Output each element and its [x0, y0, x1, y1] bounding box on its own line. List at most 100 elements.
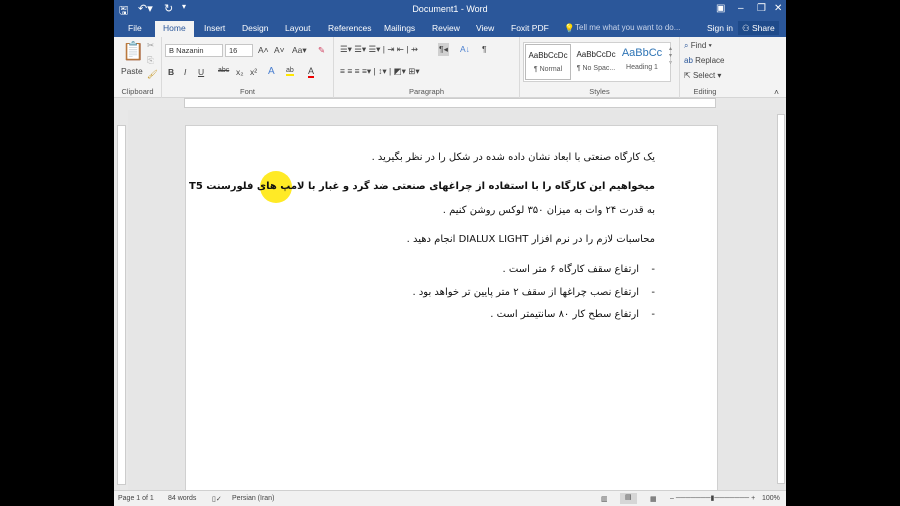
style-heading-1[interactable]: AaBbCc Heading 1 [619, 44, 665, 80]
superscript-button[interactable]: x² [250, 67, 257, 77]
tab-layout[interactable]: Layout [285, 23, 311, 33]
styles-scroll-icon[interactable]: ▴ ▾ ▿ [669, 45, 672, 66]
bold-button[interactable]: B [168, 67, 174, 77]
find-label: Find [690, 41, 707, 50]
tab-review[interactable]: Review [432, 23, 460, 33]
style-preview: AaBbCcDc [576, 50, 616, 59]
replace-button[interactable]: ab Replace [684, 56, 724, 65]
cut-icon[interactable]: ✂ [147, 40, 154, 51]
find-button[interactable]: ⌕ Find ▾ [684, 41, 712, 51]
strikethrough-button[interactable]: abc [218, 67, 229, 74]
close-icon[interactable]: ✕ [774, 3, 782, 14]
ribbon-tabs: File Home Insert Design Layout Reference… [114, 19, 786, 37]
sort-icon[interactable]: A↓ [460, 44, 470, 54]
share-button[interactable]: ⚇ Share [738, 21, 779, 35]
paragraph-label: Paragraph [408, 87, 445, 96]
doc-line: به قدرت ۲۴ وات به میزان ۳۵۰ لوکس روشن کن… [442, 205, 655, 216]
show-formatting-icon[interactable]: ¶ [482, 44, 487, 54]
find-icon: ⌕ [684, 41, 691, 50]
style-name: Heading 1 [626, 64, 658, 71]
person-icon: ⚇ [742, 23, 752, 33]
vertical-scrollbar[interactable] [776, 110, 786, 490]
styles-group: AaBbCcDc ¶ Normal AaBbCcDc ¶ No Spac... Aa… [520, 37, 680, 98]
alignment-icons[interactable]: ≡ ≡ ≡ ≡▾ | ↕▾ | ◩▾ ⊞▾ [340, 66, 420, 77]
paste-button[interactable]: Paste [121, 66, 143, 76]
vertical-ruler[interactable] [117, 125, 126, 485]
style-preview: AaBbCc [621, 47, 663, 59]
restore-icon[interactable]: ❐ [757, 3, 766, 14]
bullets-icon[interactable]: ☰▾ ☰▾ ☰▾ | ⇥ ⇤ | ⇸ [340, 44, 418, 55]
format-painter-icon[interactable]: 🖌 [147, 69, 158, 80]
tab-design[interactable]: Design [242, 23, 268, 33]
clipboard-group: 📋 Paste ✂ ⎘ 🖌 Clipboard [114, 37, 162, 98]
tab-home[interactable]: Home [155, 21, 194, 37]
select-icon: ⇱ [684, 71, 693, 80]
bullet-item: ارتفاع نصب چراغها از سقف ۲ متر پایین تر … [412, 287, 654, 298]
editing-group: ⌕ Find ▾ ab Replace ⇱ Select ▾ Editing [680, 37, 730, 98]
language-status[interactable]: Persian (Iran) [232, 495, 274, 502]
tell-me-input[interactable]: Tell me what you want to do... [575, 23, 680, 32]
clipboard-label: Clipboard [121, 87, 154, 96]
replace-icon: ab [684, 56, 696, 65]
font-group: B Nazanin 16 A˄ A˅ Aa▾ ✎ B I U abc x₂ x²… [162, 37, 334, 98]
document-area: یک کارگاه صنعتی با ابعاد نشان داده شده د… [128, 110, 776, 495]
tab-references[interactable]: References [328, 23, 371, 33]
tab-insert[interactable]: Insert [204, 23, 225, 33]
web-layout-icon[interactable]: ▦ [650, 495, 657, 503]
underline-button[interactable]: U [198, 67, 204, 77]
font-color-button[interactable]: A [308, 66, 315, 78]
style-name: ¶ No Spac... [576, 65, 616, 72]
font-size-dropdown[interactable]: 16 [225, 44, 253, 57]
zoom-level[interactable]: 100% [762, 495, 780, 502]
style-name: ¶ Normal [533, 66, 563, 73]
change-case-icon[interactable]: Aa▾ [292, 45, 307, 56]
tab-view[interactable]: View [476, 23, 494, 33]
subscript-button[interactable]: x₂ [236, 67, 244, 77]
text-effects-button[interactable]: A [268, 66, 275, 77]
clear-formatting-icon[interactable]: ✎ [318, 45, 325, 56]
status-bar: Page 1 of 1 84 words ▯✓ Persian (Iran) ▥… [114, 490, 786, 506]
doc-line: یک کارگاه صنعتی با ابعاد نشان داده شده د… [371, 152, 655, 163]
highlight-button[interactable]: ab [286, 67, 294, 76]
paste-icon[interactable]: 📋 [122, 41, 144, 62]
zoom-slider[interactable]: – ───────▮─────── + [670, 494, 755, 502]
minimize-icon[interactable]: – [738, 3, 744, 14]
proofing-icon[interactable]: ▯✓ [212, 495, 222, 503]
select-button[interactable]: ⇱ Select ▾ [684, 71, 721, 80]
style-preview: AaBbCcDc [528, 51, 568, 60]
select-label: Select [692, 71, 716, 80]
share-label: Share [751, 23, 775, 33]
style-no-spacing[interactable]: AaBbCcDc ¶ No Spac... [573, 44, 619, 80]
replace-label: Replace [695, 56, 725, 65]
editing-label: Editing [693, 87, 717, 96]
document-page[interactable]: یک کارگاه صنعتی با ابعاد نشان داده شده د… [185, 125, 718, 495]
styles-label: Styles [589, 87, 610, 96]
sign-in-link[interactable]: Sign in [707, 23, 733, 33]
ribbon-display-icon[interactable]: ▣ [716, 3, 725, 14]
style-normal[interactable]: AaBbCcDc ¶ Normal [525, 44, 571, 80]
doc-line: محاسبات لازم را در نرم افزار DIALUX LIGH… [406, 234, 655, 245]
tab-foxit-pdf[interactable]: Foxit PDF [511, 23, 549, 33]
tab-mailings[interactable]: Mailings [384, 23, 415, 33]
rtl-direction-icon[interactable]: ¶◂ [438, 43, 449, 56]
copy-icon[interactable]: ⎘ [147, 55, 154, 66]
doc-line: میخواهیم این کارگاه را با استفاده از چرا… [189, 181, 655, 192]
italic-button[interactable]: I [184, 67, 186, 77]
scrollbar-thumb[interactable] [777, 114, 785, 484]
window-title: Document1 - Word [412, 4, 488, 14]
read-mode-icon[interactable]: ▥ [601, 495, 608, 503]
word-count[interactable]: 84 words [168, 495, 196, 502]
tab-file[interactable]: File [128, 23, 142, 33]
paragraph-group: ☰▾ ☰▾ ☰▾ | ⇥ ⇤ | ⇸ ¶◂ A↓ ¶ ≡ ≡ ≡ ≡▾ | ↕▾… [334, 37, 520, 98]
word-window: 🖫 ↶▾ ↻ ▾ Document1 - Word ▣ – ❐ ✕ File H… [114, 0, 786, 506]
grow-font-icon[interactable]: A˄ [258, 45, 269, 55]
shrink-font-icon[interactable]: A˅ [274, 45, 285, 55]
horizontal-ruler[interactable] [184, 98, 716, 108]
page-count[interactable]: Page 1 of 1 [118, 495, 154, 502]
lightbulb-icon: 💡 [564, 23, 575, 33]
collapse-ribbon-icon[interactable]: ˄ [774, 87, 779, 97]
bullet-item: ارتفاع سطح کار ۸۰ سانتیمتر است . [490, 309, 654, 320]
print-layout-icon[interactable]: ▤ [620, 493, 637, 504]
bullet-item: ارتفاع سقف کارگاه ۶ متر است . [503, 264, 656, 275]
font-name-dropdown[interactable]: B Nazanin [165, 44, 223, 57]
